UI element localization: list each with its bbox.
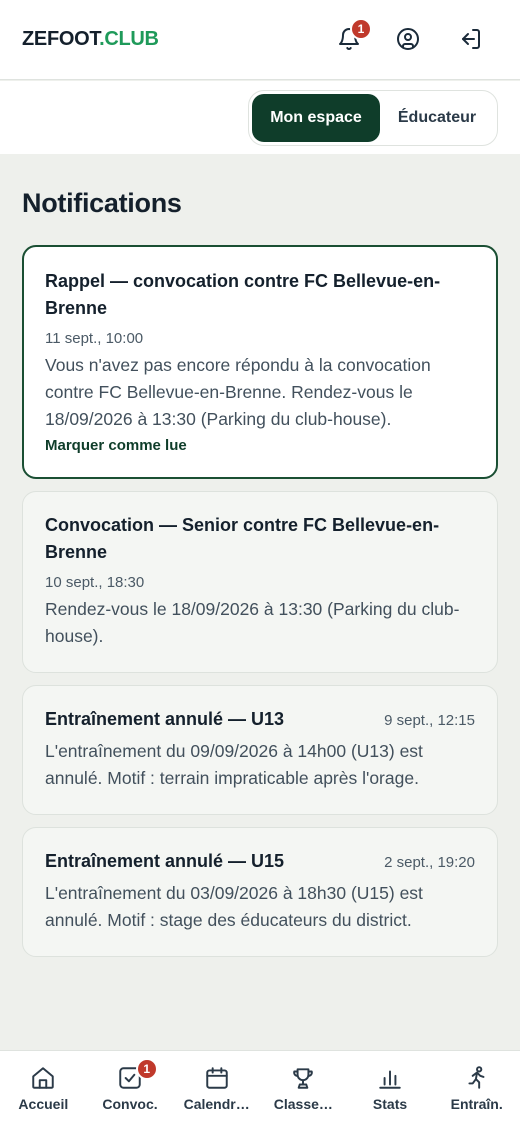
nav-item-classement[interactable]: Classe… — [260, 1051, 347, 1126]
page-title: Notifications — [22, 188, 182, 218]
space-switch: Mon espace Éducateur — [248, 90, 498, 146]
user-circle-icon — [397, 28, 419, 50]
nav-item-convocations[interactable]: 1 Convoc. — [87, 1051, 174, 1126]
nav-label: Calendr… — [183, 1096, 250, 1112]
notification-title: Entraînement annulé — U15 — [45, 851, 285, 871]
mark-as-read-button[interactable]: Marquer comme lue — [45, 437, 187, 454]
bottom-navigation: Accueil 1 Convoc. Calendr… Classe… Stats… — [0, 1050, 520, 1126]
tab-educateur[interactable]: Éducateur — [380, 94, 494, 142]
nav-label: Entraîn. — [450, 1096, 503, 1112]
convocations-count-badge: 1 — [135, 1058, 158, 1080]
notification-count-badge: 1 — [350, 18, 372, 40]
notification-date: 9 sept., 12:15 — [384, 712, 475, 729]
logout-button[interactable] — [455, 24, 485, 54]
notification-card[interactable]: Entraînement annulé — U15 2 sept., 19:20… — [22, 827, 498, 957]
nav-item-entrainements[interactable]: Entraîn. — [433, 1051, 520, 1126]
space-switch-bar: Mon espace Éducateur — [0, 81, 520, 154]
notification-card[interactable]: Convocation — Senior contre FC Bellevue-… — [22, 491, 498, 673]
nav-label: Stats — [372, 1096, 408, 1112]
logout-icon — [462, 29, 480, 49]
nav-item-stats[interactable]: Stats — [347, 1051, 434, 1126]
app-header: ZEFOOT.CLUB 1 — [0, 0, 520, 80]
nav-label: Classe… — [273, 1096, 333, 1112]
nav-label: Accueil — [18, 1096, 69, 1112]
notification-date: 10 sept., 18:30 — [45, 574, 145, 591]
notification-body: L'entraînement du 03/09/2026 à 18h30 (U1… — [45, 883, 423, 930]
brand-suffix: .CLUB — [99, 28, 159, 50]
notifications-button[interactable]: 1 — [334, 18, 372, 54]
notification-body: Vous n'avez pas encore répondu à la conv… — [45, 355, 431, 429]
notification-title: Convocation — Senior contre FC Bellevue-… — [45, 515, 440, 562]
brand-name: ZEFOOT — [22, 28, 100, 50]
notification-card[interactable]: Rappel — convocation contre FC Bellevue-… — [22, 245, 498, 479]
calendar-icon — [205, 1067, 228, 1089]
home-icon — [32, 1067, 55, 1089]
nav-item-calendrier[interactable]: Calendr… — [173, 1051, 260, 1126]
tab-mon-espace[interactable]: Mon espace — [252, 94, 380, 142]
notification-body: Rendez-vous le 18/09/2026 à 13:30 (Parki… — [45, 599, 460, 646]
account-button[interactable] — [393, 24, 423, 54]
bar-chart-icon — [379, 1070, 401, 1089]
notification-title: Entraînement annulé — U13 — [45, 709, 285, 729]
notification-card[interactable]: Entraînement annulé — U13 9 sept., 12:15… — [22, 685, 498, 815]
notifications-list: Rappel — convocation contre FC Bellevue-… — [22, 245, 498, 969]
notification-date: 2 sept., 19:20 — [384, 854, 475, 871]
brand-logo[interactable]: ZEFOOT.CLUB — [22, 28, 159, 51]
notification-date: 11 sept., 10:00 — [45, 330, 144, 347]
nav-label: Convoc. — [102, 1096, 158, 1112]
runner-icon — [468, 1066, 485, 1089]
notification-body: L'entraînement du 09/09/2026 à 14h00 (U1… — [45, 741, 423, 788]
trophy-icon — [293, 1068, 314, 1089]
notification-title: Rappel — convocation contre FC Bellevue-… — [45, 271, 441, 318]
nav-item-accueil[interactable]: Accueil — [0, 1051, 87, 1126]
